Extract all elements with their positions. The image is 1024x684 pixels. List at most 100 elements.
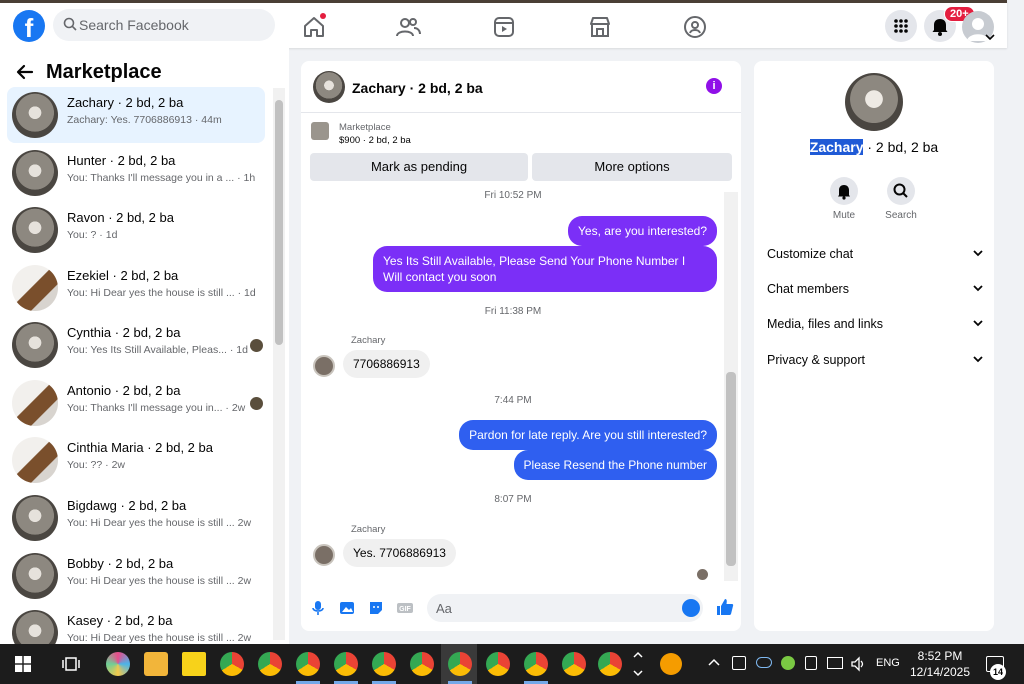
chrome-profile-icon[interactable] xyxy=(410,652,434,676)
conversation-item[interactable]: Cynthia · 2 bd, 2 ba You: Yes Its Still A… xyxy=(7,317,265,373)
sender-avatar[interactable] xyxy=(313,544,335,566)
conversation-item[interactable]: Bigdawg · 2 bd, 2 ba You: Hi Dear yes the… xyxy=(7,490,265,546)
marketplace-icon[interactable] xyxy=(586,13,614,41)
chrome-profile-icon[interactable] xyxy=(220,652,244,676)
customize-chat-item[interactable]: Customize chat xyxy=(767,247,983,267)
tray-app-icon[interactable] xyxy=(732,656,746,670)
chat-members-item[interactable]: Chat members xyxy=(767,282,983,302)
clock-date: 12/14/2025 xyxy=(909,665,971,679)
listing-thumbnail xyxy=(12,610,58,644)
listing-thumbnail xyxy=(12,553,58,599)
outgoing-message[interactable]: Yes Its Still Available, Please Send You… xyxy=(373,246,717,292)
read-receipt-avatar xyxy=(697,569,708,580)
profile-avatar[interactable] xyxy=(845,73,903,131)
conversation-item[interactable]: Hunter · 2 bd, 2 ba You: Thanks I'll mess… xyxy=(7,145,265,201)
show-hidden-icons-chevron[interactable] xyxy=(708,657,720,669)
conversation-item[interactable]: Cinthia Maria · 2 bd, 2 ba You: ?? · 2w xyxy=(7,432,265,488)
sidebar-scroll-thumb[interactable] xyxy=(275,100,283,345)
chrome-profile-icon[interactable] xyxy=(562,652,586,676)
chrome-profile-icon[interactable] xyxy=(372,652,396,676)
conversation-item[interactable]: Bobby · 2 bd, 2 ba You: Hi Dear yes the h… xyxy=(7,548,265,604)
windows-start-icon[interactable] xyxy=(15,656,31,672)
account-chevron-icon[interactable] xyxy=(985,33,995,41)
search-label: Search xyxy=(885,210,917,221)
outgoing-message[interactable]: Please Resend the Phone number xyxy=(513,450,717,480)
emoji-icon[interactable] xyxy=(682,599,700,617)
info-icon[interactable]: i xyxy=(706,78,722,94)
sticker-icon[interactable] xyxy=(367,599,385,617)
chrome-profile-icon[interactable] xyxy=(448,652,472,676)
more-options-button[interactable]: More options xyxy=(532,153,732,181)
windows-taskbar: ENG 8:52 PM 12/14/2025 14 xyxy=(0,644,1024,684)
listing-thumbnail xyxy=(12,495,58,541)
groups-icon[interactable] xyxy=(681,13,709,41)
search-conversation-button[interactable] xyxy=(887,177,915,205)
chrome-profile-icon[interactable] xyxy=(334,652,358,676)
friends-icon[interactable] xyxy=(394,13,422,41)
chat-avatar[interactable] xyxy=(313,71,345,103)
task-view-icon[interactable] xyxy=(62,655,80,673)
chrome-profile-icon[interactable] xyxy=(524,652,548,676)
network-icon[interactable] xyxy=(827,657,843,669)
video-icon[interactable] xyxy=(490,13,518,41)
gif-icon[interactable]: GIF xyxy=(396,599,414,617)
tray-green-icon[interactable] xyxy=(781,656,795,670)
microphone-icon[interactable] xyxy=(309,599,327,617)
conversation-preview: You: Hi Dear yes the house is still ... … xyxy=(67,632,252,644)
seen-avatar xyxy=(250,397,263,410)
cloud-icon[interactable] xyxy=(756,657,772,668)
conversation-name: Zachary · 2 bd, 2 ba xyxy=(67,95,184,110)
outgoing-message[interactable]: Pardon for late reply. Are you still int… xyxy=(459,420,717,450)
media-files-links-item[interactable]: Media, files and links xyxy=(767,317,983,337)
conversation-item[interactable]: Ezekiel · 2 bd, 2 ba You: Hi Dear yes the… xyxy=(7,260,265,316)
conversation-preview: You: Thanks I'll message you in... · 2w xyxy=(67,402,246,414)
outgoing-message[interactable]: Yes, are you interested? xyxy=(568,216,717,246)
chrome-profile-icon[interactable] xyxy=(486,652,510,676)
top-navigation-bar: f 20+ xyxy=(0,0,1007,48)
mark-as-pending-button[interactable]: Mark as pending xyxy=(310,153,528,181)
mute-button[interactable] xyxy=(830,177,858,205)
message-input-box[interactable] xyxy=(427,594,703,622)
system-clock[interactable]: 8:52 PM 12/14/2025 xyxy=(906,648,974,680)
photo-icon[interactable] xyxy=(338,599,356,617)
chrome-profile-icon[interactable] xyxy=(598,652,622,676)
file-explorer-icon[interactable] xyxy=(144,652,168,676)
conversation-item[interactable]: Ravon · 2 bd, 2 ba You: ? · 1d xyxy=(7,202,265,258)
input-language[interactable]: ENG xyxy=(876,657,900,669)
conversation-preview: Zachary: Yes. 7706886913 · 44m xyxy=(67,114,222,126)
tray-device-icon[interactable] xyxy=(805,656,817,670)
search-input[interactable] xyxy=(79,9,269,41)
sidebar-scrollbar[interactable] xyxy=(273,88,285,640)
chat-scrollbar[interactable] xyxy=(724,192,738,581)
conversation-preview: You: ?? · 2w xyxy=(67,459,125,471)
sticky-notes-icon[interactable] xyxy=(182,652,206,676)
volume-icon[interactable] xyxy=(850,656,866,672)
message-input[interactable] xyxy=(436,594,676,622)
incoming-message[interactable]: Yes. 7706886913 xyxy=(343,539,456,567)
menu-button[interactable] xyxy=(885,10,917,42)
facebook-logo[interactable]: f xyxy=(13,10,45,42)
thumbs-up-icon[interactable] xyxy=(715,597,735,617)
incoming-message[interactable]: 7706886913 xyxy=(343,350,430,378)
orange-app-icon[interactable] xyxy=(660,653,682,675)
search-box[interactable] xyxy=(53,9,275,41)
listing-image xyxy=(311,122,329,140)
chat-scroll-thumb[interactable] xyxy=(726,372,736,566)
search-icon xyxy=(893,183,908,198)
chrome-profile-icon[interactable] xyxy=(258,652,282,676)
paint-app-icon[interactable] xyxy=(106,652,130,676)
customize-chat-label: Customize chat xyxy=(767,247,854,261)
grid-menu-icon xyxy=(894,19,908,33)
taskbar-scroll-arrows-icon[interactable] xyxy=(632,648,644,680)
conversation-item[interactable]: Antonio · 2 bd, 2 ba You: Thanks I'll mes… xyxy=(7,375,265,431)
chat-title[interactable]: Zachary · 2 bd, 2 ba xyxy=(352,80,483,96)
back-arrow-icon[interactable] xyxy=(16,63,34,81)
conversation-name: Antonio · 2 bd, 2 ba xyxy=(67,383,181,398)
page-scrollbar[interactable] xyxy=(1010,0,1024,644)
sender-avatar[interactable] xyxy=(313,355,335,377)
conversation-item[interactable]: Zachary · 2 bd, 2 ba Zachary: Yes. 770688… xyxy=(7,87,265,143)
conversation-name: Bobby · 2 bd, 2 ba xyxy=(67,556,174,571)
chrome-profile-icon[interactable] xyxy=(296,652,320,676)
privacy-support-item[interactable]: Privacy & support xyxy=(767,353,983,373)
conversation-item[interactable]: Kasey · 2 bd, 2 ba You: Hi Dear yes the h… xyxy=(7,605,265,644)
